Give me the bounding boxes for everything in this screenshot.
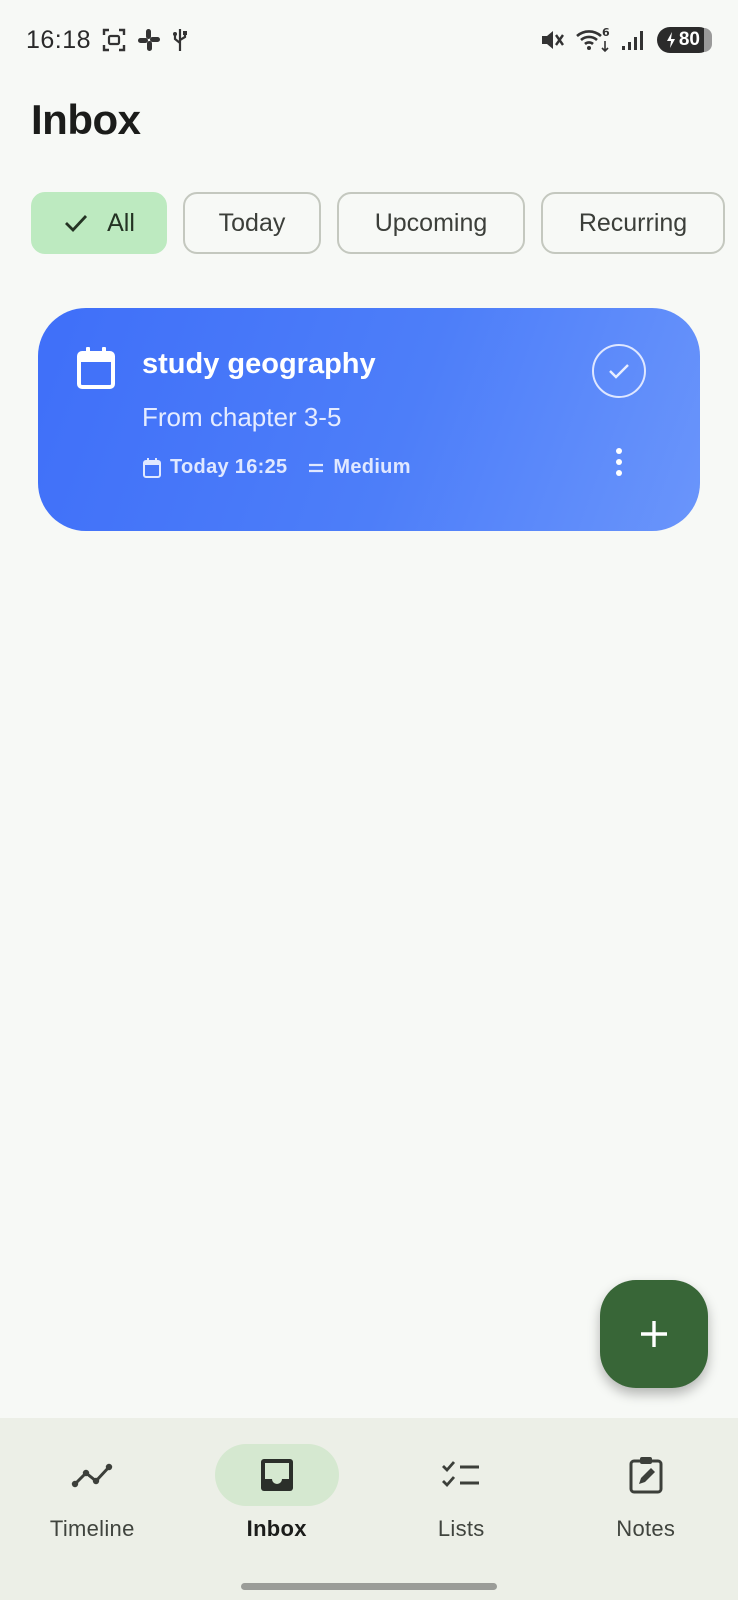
status-bar: 16:18 6 80: [0, 0, 738, 80]
filter-chip-upcoming[interactable]: Upcoming: [337, 192, 525, 254]
task-description: From chapter 3-5: [142, 402, 342, 432]
task-due: Today 16:25: [170, 456, 288, 478]
filter-chip-all[interactable]: All: [31, 192, 167, 254]
usb-icon: [171, 27, 189, 53]
battery-level: 80: [678, 29, 700, 50]
nav-label: Timeline: [49, 1516, 135, 1541]
nav-label: Lists: [437, 1516, 485, 1541]
check-icon: [63, 212, 89, 234]
plus-icon: [641, 1321, 667, 1347]
filter-chips: All Today Upcoming Recurring: [31, 192, 725, 254]
task-priority: Medium: [333, 456, 411, 478]
page-title: Inbox: [31, 96, 141, 143]
checklist-icon: [442, 1461, 480, 1488]
filter-chip-today[interactable]: Today: [183, 192, 321, 254]
filter-chip-recurring[interactable]: Recurring: [541, 192, 725, 254]
wifi-badge: 6: [602, 27, 610, 39]
nav-label: Inbox: [246, 1516, 307, 1541]
signal-icon: [621, 28, 647, 52]
wifi-icon: 6: [575, 27, 611, 53]
complete-task-button[interactable]: [592, 344, 646, 398]
timeline-icon: [72, 1463, 113, 1488]
status-time: 16:18: [26, 25, 92, 54]
calendar-small-icon: [142, 457, 162, 479]
nav-inbox[interactable]: Inbox: [185, 1418, 370, 1558]
filter-chip-label: Recurring: [578, 208, 688, 237]
calendar-icon: [76, 346, 116, 395]
mute-icon: [539, 27, 565, 53]
task-meta: Today 16:25 Medium: [142, 456, 411, 479]
nav-lists[interactable]: Lists: [369, 1418, 554, 1558]
more-options-icon[interactable]: [604, 432, 634, 492]
add-task-button[interactable]: [600, 1280, 708, 1388]
filter-chip-label: All: [107, 208, 135, 237]
inbox-icon: [260, 1459, 293, 1491]
task-title: study geography: [142, 348, 376, 380]
note-edit-icon: [629, 1457, 663, 1494]
task-card[interactable]: study geography From chapter 3-5 Today 1…: [38, 308, 700, 531]
charging-icon: [666, 32, 675, 48]
nav-label: Notes: [616, 1516, 676, 1541]
screenshot-icon: [101, 27, 127, 53]
nav-timeline[interactable]: Timeline: [0, 1418, 185, 1558]
filter-chip-label: Today: [218, 208, 286, 237]
slack-icon: [137, 28, 161, 52]
priority-icon: [307, 461, 325, 475]
nav-notes[interactable]: Notes: [554, 1418, 738, 1558]
home-indicator[interactable]: [241, 1583, 497, 1590]
check-icon: [609, 364, 629, 379]
battery-indicator: 80: [656, 27, 712, 53]
filter-chip-label: Upcoming: [374, 208, 488, 237]
bottom-navigation: Timeline Inbox Lists Notes: [0, 1418, 738, 1600]
